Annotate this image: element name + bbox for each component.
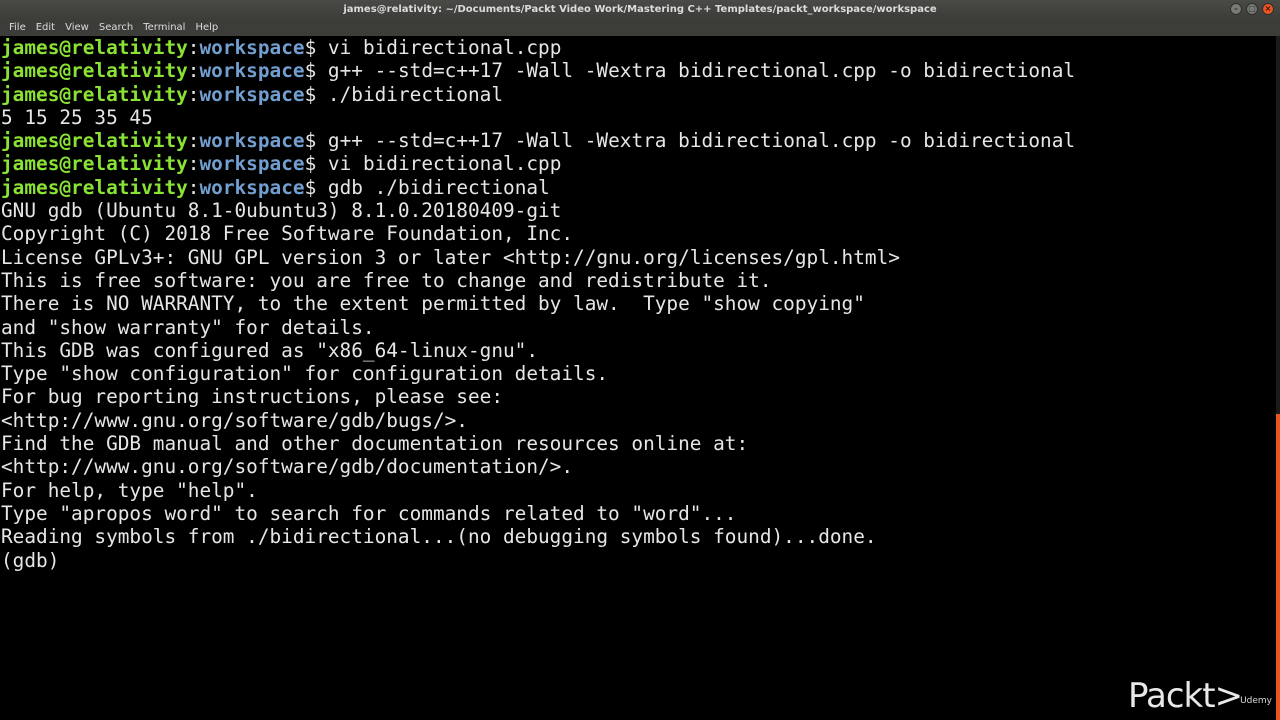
command-text: vi bidirectional.cpp [327, 36, 562, 59]
output-line: (gdb) [1, 548, 72, 572]
prompt-directory: workspace [199, 175, 305, 199]
output-line: For bug reporting instructions, please s… [1, 385, 503, 409]
output-line: GNU gdb (Ubuntu 8.1-0ubuntu3) 8.1.0.2018… [1, 199, 562, 223]
command-line: james@relativity:workspace$ ./bidirectio… [1, 83, 1269, 106]
menu-edit[interactable]: Edit [31, 19, 60, 36]
command-text: g++ --std=c++17 -Wall -Wextra bidirectio… [327, 59, 1076, 83]
prompt-symbol: $ [304, 152, 328, 176]
prompt-user: james@relativity [1, 152, 188, 176]
prompt-user: james@relativity [1, 175, 188, 199]
prompt-separator: : [187, 59, 200, 83]
prompt-directory: workspace [199, 59, 305, 83]
prompt-symbol: $ [304, 175, 328, 199]
command-line: james@relativity:workspace$ gdb ./bidire… [1, 176, 1269, 199]
output-line: License GPLv3+: GNU GPL version 3 or lat… [1, 245, 900, 269]
menu-view[interactable]: View [60, 19, 94, 36]
command-line: james@relativity:workspace$ g++ --std=c+… [1, 59, 1269, 82]
close-icon: × [1264, 4, 1272, 13]
maximize-icon: □ [1248, 4, 1256, 13]
title-bar[interactable]: james@relativity: ~/Documents/Packt Vide… [0, 0, 1280, 19]
close-button[interactable]: × [1262, 3, 1274, 15]
prompt-symbol: $ [304, 129, 328, 153]
output-line: For help, type "help". [1, 478, 258, 502]
scrollbar-thumb[interactable] [1276, 414, 1280, 720]
prompt-user: james@relativity [1, 82, 188, 106]
prompt-symbol: $ [304, 36, 328, 59]
prompt-directory: workspace [199, 152, 305, 176]
prompt-user: james@relativity [1, 59, 188, 83]
prompt-symbol: $ [304, 82, 328, 106]
output-line: This GDB was configured as "x86_64-linux… [1, 338, 539, 362]
terminal-window: james@relativity: ~/Documents/Packt Vide… [0, 0, 1280, 720]
command-line: james@relativity:workspace$ vi bidirecti… [1, 152, 1269, 175]
output-line: <http://www.gnu.org/software/gdb/bugs/>. [1, 408, 468, 432]
prompt-separator: : [187, 36, 200, 59]
maximize-button[interactable]: □ [1246, 3, 1258, 15]
menu-help[interactable]: Help [190, 19, 223, 36]
prompt-user: james@relativity [1, 36, 188, 59]
menu-bar: File Edit View Search Terminal Help [0, 19, 1280, 36]
prompt-separator: : [187, 129, 200, 153]
prompt-separator: : [187, 82, 200, 106]
udemy-logo: Udemy [1240, 696, 1272, 706]
packt-logo: Packt> [1128, 676, 1243, 716]
prompt-directory: workspace [199, 36, 305, 59]
window-controls: – □ × [1230, 3, 1274, 16]
output-line: Find the GDB manual and other documentat… [1, 432, 749, 456]
output-line: Type "apropos word" to search for comman… [1, 501, 737, 525]
output-line: Reading symbols from ./bidirectional...(… [1, 525, 877, 549]
prompt-separator: : [187, 175, 200, 199]
prompt-directory: workspace [199, 129, 305, 153]
output-line: 5 15 25 35 45 [1, 105, 153, 129]
prompt-directory: workspace [199, 82, 305, 106]
output-line: This is free software: you are free to c… [1, 268, 772, 292]
menu-terminal[interactable]: Terminal [138, 19, 190, 36]
output-line: and "show warranty" for details. [1, 315, 375, 339]
output-line: There is NO WARRANTY, to the extent perm… [1, 292, 865, 316]
command-text: ./bidirectional [327, 82, 504, 106]
window-title: james@relativity: ~/Documents/Packt Vide… [343, 4, 937, 15]
menu-search[interactable]: Search [94, 19, 138, 36]
prompt-separator: : [187, 152, 200, 176]
output-line: Copyright (C) 2018 Free Software Foundat… [1, 222, 574, 246]
prompt-user: james@relativity [1, 129, 188, 153]
command-line: james@relativity:workspace$ vi bidirecti… [1, 36, 1269, 59]
command-text: gdb ./bidirectional [327, 175, 550, 199]
packt-watermark: Packt> Udemy [1128, 674, 1272, 714]
command-text: vi bidirectional.cpp [327, 152, 562, 176]
terminal-scrollbar[interactable] [1276, 36, 1280, 720]
terminal-output[interactable]: james@relativity:workspace$ vi bidirecti… [1, 36, 1269, 720]
menu-file[interactable]: File [4, 19, 31, 36]
prompt-symbol: $ [304, 59, 328, 83]
minimize-icon: – [1234, 4, 1238, 13]
output-line: Type "show configuration" for configurat… [1, 362, 609, 386]
minimize-button[interactable]: – [1230, 3, 1242, 15]
command-line: james@relativity:workspace$ g++ --std=c+… [1, 129, 1269, 152]
output-line: <http://www.gnu.org/software/gdb/documen… [1, 455, 574, 479]
command-text: g++ --std=c++17 -Wall -Wextra bidirectio… [327, 129, 1076, 153]
